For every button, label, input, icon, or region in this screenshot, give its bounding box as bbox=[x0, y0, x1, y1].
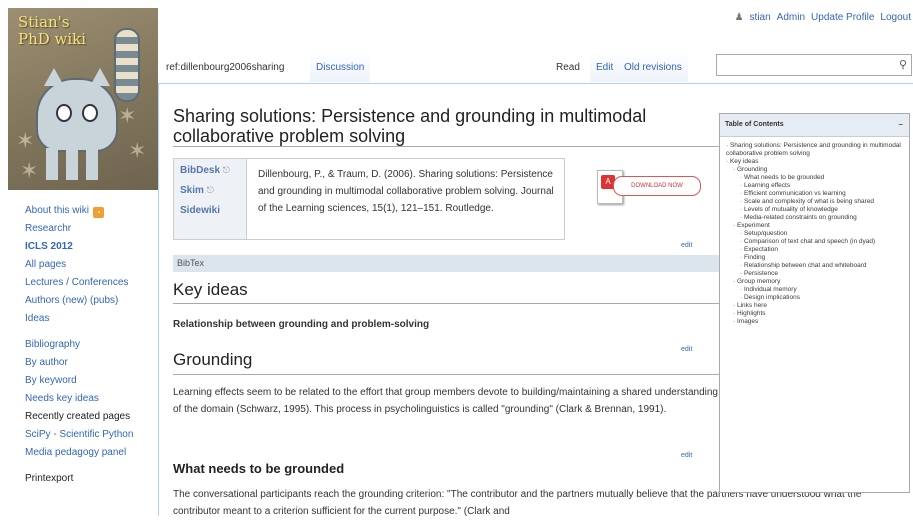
heading-divider bbox=[173, 374, 723, 375]
toc-item[interactable]: · Design implications bbox=[726, 294, 905, 302]
download-now-label: DOWNLOAD NOW bbox=[613, 176, 701, 196]
user-link[interactable]: stian bbox=[750, 12, 771, 23]
user-icon: ♟ bbox=[734, 12, 744, 23]
wiki-logo[interactable]: Stian's PhD wiki ✶ ✶ ✶ ✶ bbox=[8, 8, 158, 190]
heading-divider bbox=[173, 303, 723, 304]
bibdesk-label: BibDesk bbox=[180, 165, 221, 176]
heading-key-ideas: Key ideas bbox=[173, 280, 248, 299]
cat-tail-drawing bbox=[114, 28, 140, 102]
sidebar-item-icls[interactable]: ICLS 2012 bbox=[25, 238, 160, 256]
sidewiki-link[interactable]: Sidewiki bbox=[180, 205, 220, 216]
sidebar-item-about[interactable]: About this wiki ◔ bbox=[25, 202, 160, 220]
sidebar-item-bibliography[interactable]: Bibliography bbox=[25, 336, 160, 354]
tab-read[interactable]: Read bbox=[550, 52, 586, 82]
edit-section-link[interactable]: edit bbox=[681, 346, 692, 353]
key-ideas-subtitle: Relationship between grounding and probl… bbox=[173, 319, 430, 330]
sidebar-item-ideas[interactable]: Ideas bbox=[25, 310, 160, 328]
sidebar-item-media-pedagogy[interactable]: Media pedagogy panel bbox=[25, 444, 160, 462]
skim-label: Skim bbox=[180, 185, 204, 196]
toc-item[interactable]: · Setup/question bbox=[726, 230, 905, 238]
sidebar-item-scipy[interactable]: SciPy - Scientific Python bbox=[25, 426, 160, 444]
user-bar: ♟ stian Admin Update Profile Logout bbox=[735, 12, 911, 23]
sidebar-item-label: About this wiki bbox=[25, 205, 89, 216]
sidebar-item-authors[interactable]: Authors (new) (pubs) bbox=[25, 292, 160, 310]
cat-drawing bbox=[36, 68, 118, 152]
heading-grounding: Grounding bbox=[173, 350, 253, 369]
toc-item[interactable]: · Levels of mutuality of knowledge bbox=[726, 206, 905, 214]
search-input[interactable]: ⚲ bbox=[716, 54, 912, 76]
sidebar-item-printexport[interactable]: Printexport bbox=[25, 470, 160, 488]
sidebar-item-by-keyword[interactable]: By keyword bbox=[25, 372, 160, 390]
toc-item[interactable]: · Media-related constraints on grounding bbox=[726, 214, 905, 222]
bibtex-toggle[interactable]: BibTex bbox=[173, 255, 723, 272]
tab-discussion[interactable]: Discussion bbox=[310, 52, 371, 82]
admin-link[interactable]: Admin bbox=[777, 12, 805, 23]
update-profile-link[interactable]: Update Profile bbox=[811, 12, 874, 23]
grounding-paragraph: Learning effects seem to be related to t… bbox=[173, 387, 718, 415]
star-decoration: ✶ bbox=[16, 128, 35, 153]
sidebar-item-recent-pages[interactable]: Recently created pages bbox=[25, 408, 160, 426]
citation-box: BibDesk ⎋ Skim ⎋ Sidewiki Dillenbourg, P… bbox=[173, 158, 565, 240]
toc-item[interactable]: · Group memory bbox=[726, 278, 905, 286]
toc-item[interactable]: · Experiment bbox=[726, 222, 905, 230]
toc-header[interactable]: Table of Contents – bbox=[720, 114, 909, 137]
edit-section-link[interactable]: edit bbox=[681, 452, 692, 459]
sidebar-item-needs-key-ideas[interactable]: Needs key ideas bbox=[25, 390, 160, 408]
logout-link[interactable]: Logout bbox=[880, 12, 911, 23]
toc-item[interactable]: · Images bbox=[726, 318, 905, 326]
edit-section-link[interactable]: edit bbox=[681, 242, 692, 249]
search-icon[interactable]: ⚲ bbox=[899, 58, 907, 71]
toc-toggle-icon[interactable]: – bbox=[899, 114, 903, 136]
sidebar-item-all-pages[interactable]: All pages bbox=[25, 256, 160, 274]
sidebar-item-by-author[interactable]: By author bbox=[25, 354, 160, 372]
external-link-icon: ⎋ bbox=[222, 165, 230, 175]
toc-item[interactable]: · Efficient communication vs learning bbox=[726, 190, 905, 198]
bib-tools: BibDesk ⎋ Skim ⎋ Sidewiki bbox=[174, 159, 247, 239]
tab-page[interactable]: ref:dillenbourg2006sharing bbox=[160, 52, 291, 82]
toc-item[interactable]: · Key ideas bbox=[726, 158, 905, 166]
cat-eye bbox=[82, 104, 98, 122]
toc-list: · Sharing solutions: Persistence and gro… bbox=[720, 137, 909, 326]
title-divider bbox=[173, 146, 721, 147]
toc-item[interactable]: · Expectation bbox=[726, 246, 905, 254]
external-link-icon: ⎋ bbox=[206, 185, 214, 195]
toc-item[interactable]: · Learning effects bbox=[726, 182, 905, 190]
toc-item[interactable]: · Relationship between chat and whiteboa… bbox=[726, 262, 905, 270]
tab-old-revisions[interactable]: Old revisions bbox=[618, 52, 688, 82]
sidebar-item-lectures[interactable]: Lectures / Conferences bbox=[25, 274, 160, 292]
table-of-contents: Table of Contents – · Sharing solutions:… bbox=[719, 113, 910, 493]
sidebar: About this wiki ◔ Researchr ICLS 2012 All… bbox=[25, 202, 160, 488]
toc-item[interactable]: · Finding bbox=[726, 254, 905, 262]
star-decoration: ✶ bbox=[20, 158, 39, 183]
toc-item[interactable]: · Links here bbox=[726, 302, 905, 310]
cat-legs-drawing bbox=[46, 148, 102, 180]
logo-title: Stian's PhD wiki bbox=[18, 13, 87, 48]
skim-link[interactable]: Skim ⎋ bbox=[180, 185, 214, 196]
toc-item[interactable]: · Sharing solutions: Persistence and gro… bbox=[726, 142, 905, 158]
toc-item[interactable]: · Individual memory bbox=[726, 286, 905, 294]
cat-eye bbox=[56, 104, 72, 122]
tab-bar: ref:dillenbourg2006sharing Discussion Re… bbox=[160, 52, 720, 82]
toc-title: Table of Contents bbox=[725, 121, 784, 128]
toc-item[interactable]: · Grounding bbox=[726, 166, 905, 174]
download-pdf-button[interactable]: A DOWNLOAD NOW bbox=[597, 170, 701, 204]
citation-text: Dillenbourg, P., & Traum, D. (2006). Sha… bbox=[258, 169, 554, 214]
bibdesk-link[interactable]: BibDesk ⎋ bbox=[180, 165, 230, 176]
page-title: Sharing solutions: Persistence and groun… bbox=[173, 106, 647, 146]
heading-what-needs-grounded: What needs to be grounded bbox=[173, 461, 345, 476]
rss-icon[interactable]: ◔ bbox=[92, 207, 104, 218]
star-decoration: ✶ bbox=[118, 103, 137, 128]
toc-item[interactable]: · Highlights bbox=[726, 310, 905, 318]
tab-edit[interactable]: Edit bbox=[590, 52, 620, 82]
toc-item[interactable]: · Comparison of text chat and speech (in… bbox=[726, 238, 905, 246]
toc-item[interactable]: · Scale and complexity of what is being … bbox=[726, 198, 905, 206]
sidebar-item-researchr[interactable]: Researchr bbox=[25, 220, 160, 238]
star-decoration: ✶ bbox=[128, 138, 147, 163]
toc-item[interactable]: · Persistence bbox=[726, 270, 905, 278]
toc-item[interactable]: · What needs to be grounded bbox=[726, 174, 905, 182]
